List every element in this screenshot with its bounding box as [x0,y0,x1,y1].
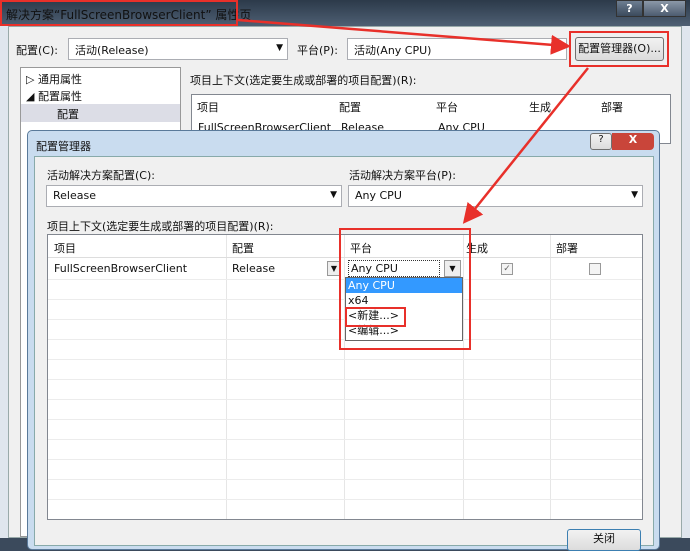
arrow-1 [237,18,571,55]
annotation-arrows [237,18,589,224]
arrow-2 [462,67,589,224]
